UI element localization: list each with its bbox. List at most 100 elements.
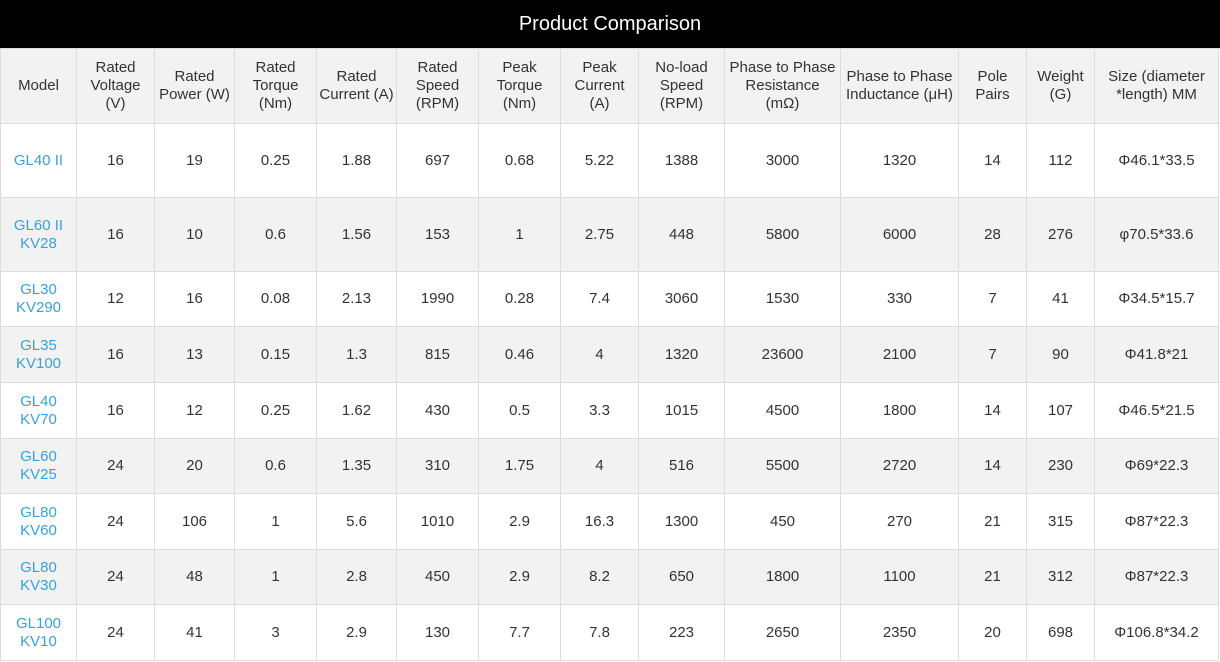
model-link[interactable]: GL100 KV10 [0, 604, 77, 661]
cell-rated-current: 1.35 [316, 438, 397, 494]
cell-rated-power: 10 [154, 197, 235, 272]
cell-rated-torque: 1 [234, 549, 317, 605]
cell-peak-current: 4 [560, 326, 639, 383]
cell-rated-voltage: 24 [76, 604, 155, 661]
cell-pole-pairs: 20 [958, 604, 1027, 661]
cell-rated-speed: 430 [396, 382, 479, 439]
cell-resistance: 450 [724, 493, 841, 550]
cell-resistance: 5500 [724, 438, 841, 494]
cell-rated-voltage: 16 [76, 382, 155, 439]
cell-pole-pairs: 14 [958, 438, 1027, 494]
cell-rated-power: 16 [154, 271, 235, 327]
cell-size: Φ46.1*33.5 [1094, 123, 1219, 198]
cell-rated-speed: 1010 [396, 493, 479, 550]
cell-no-load-speed: 1015 [638, 382, 725, 439]
cell-peak-current: 2.75 [560, 197, 639, 272]
cell-rated-torque: 3 [234, 604, 317, 661]
model-link[interactable]: GL35 KV100 [0, 326, 77, 383]
cell-peak-torque: 2.9 [478, 549, 561, 605]
cell-peak-current: 16.3 [560, 493, 639, 550]
table-row: GL40 II 16 19 0.25 1.88 697 0.68 5.22 1388 3000 13… [0, 123, 1219, 198]
cell-peak-torque: 0.46 [478, 326, 561, 383]
cell-rated-power: 12 [154, 382, 235, 439]
cell-inductance: 330 [840, 271, 959, 327]
page-title: Product Comparison [0, 0, 1220, 48]
cell-rated-voltage: 24 [76, 549, 155, 605]
cell-weight: 41 [1026, 271, 1095, 327]
cell-peak-torque: 1 [478, 197, 561, 272]
column-header-no-load-speed: No-load Speed (RPM) [638, 48, 725, 124]
model-link[interactable]: GL60 II KV28 [0, 197, 77, 272]
model-link[interactable]: GL80 KV60 [0, 493, 77, 550]
cell-rated-current: 2.13 [316, 271, 397, 327]
cell-rated-power: 20 [154, 438, 235, 494]
cell-inductance: 6000 [840, 197, 959, 272]
cell-peak-current: 4 [560, 438, 639, 494]
cell-rated-power: 106 [154, 493, 235, 550]
cell-no-load-speed: 516 [638, 438, 725, 494]
column-header-rated-torque: Rated Torque (Nm) [234, 48, 317, 124]
cell-size: Φ34.5*15.7 [1094, 271, 1219, 327]
cell-rated-power: 13 [154, 326, 235, 383]
cell-weight: 112 [1026, 123, 1095, 198]
model-link[interactable]: GL80 KV30 [0, 549, 77, 605]
model-link[interactable]: GL30 KV290 [0, 271, 77, 327]
cell-inductance: 1800 [840, 382, 959, 439]
cell-pole-pairs: 14 [958, 382, 1027, 439]
cell-rated-voltage: 16 [76, 123, 155, 198]
cell-size: Φ106.8*34.2 [1094, 604, 1219, 661]
cell-weight: 698 [1026, 604, 1095, 661]
cell-resistance: 1800 [724, 549, 841, 605]
cell-inductance: 270 [840, 493, 959, 550]
cell-rated-torque: 0.25 [234, 123, 317, 198]
model-link[interactable]: GL60 KV25 [0, 438, 77, 494]
column-header-size: Size (diameter *length) MM [1094, 48, 1219, 124]
cell-rated-voltage: 12 [76, 271, 155, 327]
cell-rated-speed: 153 [396, 197, 479, 272]
column-header-weight: Weight (G) [1026, 48, 1095, 124]
cell-pole-pairs: 7 [958, 326, 1027, 383]
cell-resistance: 4500 [724, 382, 841, 439]
cell-rated-current: 2.9 [316, 604, 397, 661]
cell-rated-power: 48 [154, 549, 235, 605]
cell-rated-speed: 697 [396, 123, 479, 198]
model-link[interactable]: GL40 KV70 [0, 382, 77, 439]
cell-weight: 276 [1026, 197, 1095, 272]
cell-rated-power: 41 [154, 604, 235, 661]
cell-inductance: 1100 [840, 549, 959, 605]
cell-size: Φ69*22.3 [1094, 438, 1219, 494]
table-row: GL60 II KV28 16 10 0.6 1.56 153 1 2.75 448 5800 60… [0, 197, 1219, 272]
cell-peak-current: 8.2 [560, 549, 639, 605]
column-header-peak-current: Peak Current (A) [560, 48, 639, 124]
cell-rated-torque: 0.25 [234, 382, 317, 439]
cell-rated-speed: 815 [396, 326, 479, 383]
cell-weight: 315 [1026, 493, 1095, 550]
cell-peak-torque: 0.68 [478, 123, 561, 198]
cell-rated-speed: 310 [396, 438, 479, 494]
cell-peak-current: 5.22 [560, 123, 639, 198]
cell-pole-pairs: 14 [958, 123, 1027, 198]
table-row: GL30 KV290 12 16 0.08 2.13 1990 0.28 7.4 3060 153… [0, 271, 1219, 327]
table-row: GL40 KV70 16 12 0.25 1.62 430 0.5 3.3 1015 4500 18… [0, 382, 1219, 439]
model-link[interactable]: GL40 II [0, 123, 77, 198]
cell-rated-speed: 450 [396, 549, 479, 605]
cell-peak-torque: 7.7 [478, 604, 561, 661]
cell-rated-current: 1.3 [316, 326, 397, 383]
table-row: GL60 KV25 24 20 0.6 1.35 310 1.75 4 516 5500 2720 1… [0, 438, 1219, 494]
cell-no-load-speed: 1300 [638, 493, 725, 550]
cell-rated-torque: 0.6 [234, 197, 317, 272]
comparison-table: Model Rated Voltage (V) Rated Power (W) Rat… [0, 48, 1219, 661]
cell-no-load-speed: 650 [638, 549, 725, 605]
cell-weight: 312 [1026, 549, 1095, 605]
cell-rated-torque: 0.08 [234, 271, 317, 327]
cell-rated-current: 1.88 [316, 123, 397, 198]
cell-rated-power: 19 [154, 123, 235, 198]
cell-peak-current: 7.4 [560, 271, 639, 327]
table-header-row: Model Rated Voltage (V) Rated Power (W) Rat… [0, 48, 1219, 124]
column-header-model: Model [0, 48, 77, 124]
cell-resistance: 1530 [724, 271, 841, 327]
cell-no-load-speed: 448 [638, 197, 725, 272]
cell-inductance: 2100 [840, 326, 959, 383]
cell-pole-pairs: 21 [958, 549, 1027, 605]
cell-size: Φ41.8*21 [1094, 326, 1219, 383]
